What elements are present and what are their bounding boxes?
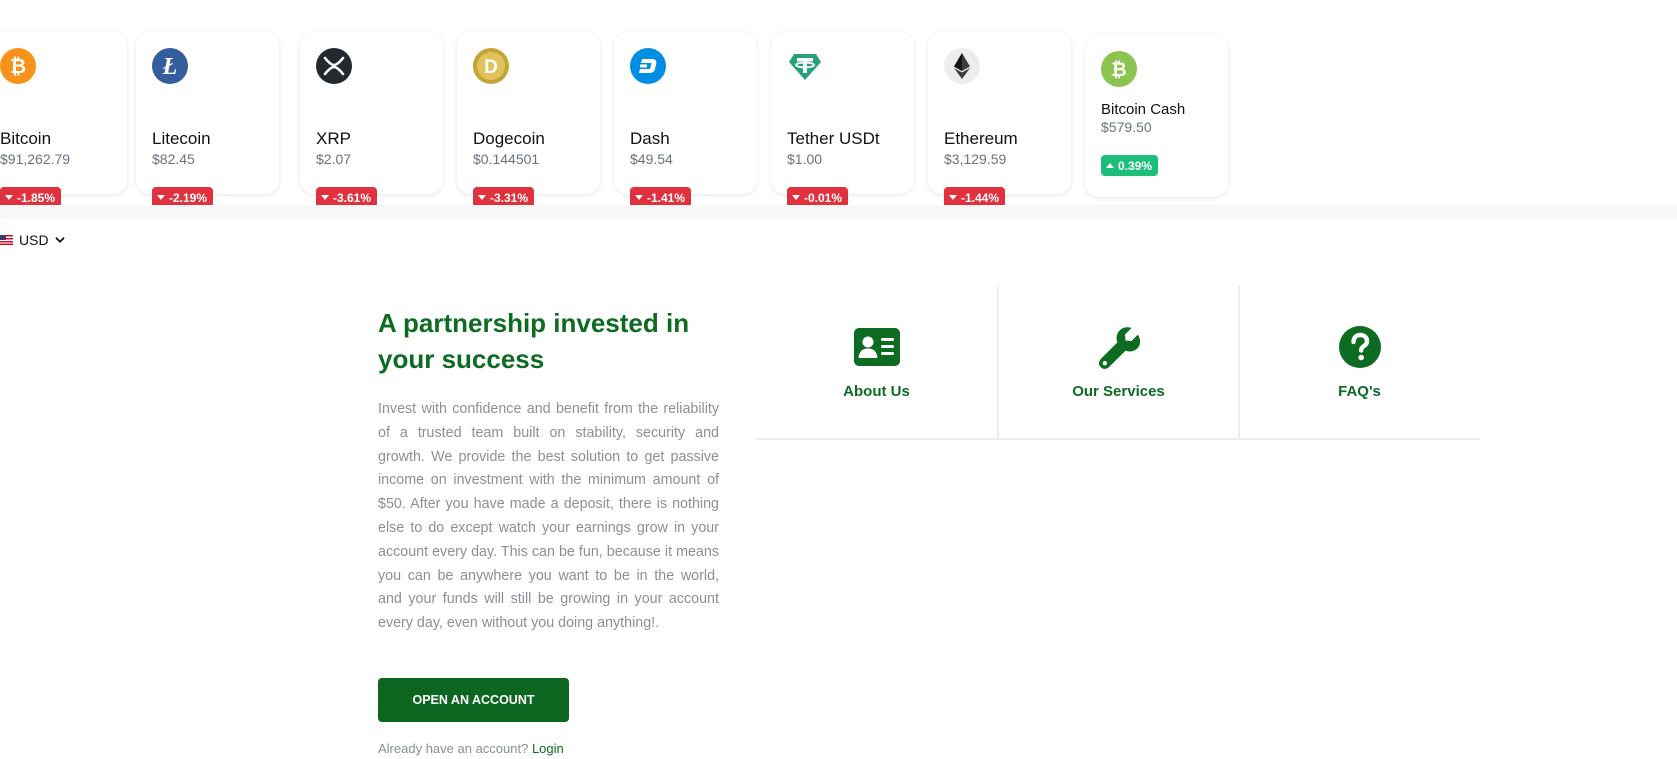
coin-name: Ethereum xyxy=(944,129,1018,148)
ethereum-icon xyxy=(944,48,980,84)
dash-icon xyxy=(630,48,666,84)
caret-down-icon xyxy=(321,195,329,200)
coin-change-badge: 0.39% xyxy=(1101,155,1159,176)
coin-name: Bitcoin Cash xyxy=(1101,101,1186,118)
dogecoin-icon: D xyxy=(473,48,509,84)
coin-card-litecoin[interactable]: Ł Litecoin $82.45 -2.19% xyxy=(136,32,279,208)
bitcoin-cash-icon: ₿ xyxy=(1101,51,1137,87)
feature-label: About Us xyxy=(843,383,910,400)
bitcoin-icon: ₿ xyxy=(0,48,36,84)
coin-change-value: 0.39% xyxy=(1118,158,1153,173)
coin-card-tether[interactable]: Tether USDt $1.00 -0.01% xyxy=(771,32,914,208)
coin-card-xrp[interactable]: XRP $2.07 -3.61% xyxy=(300,32,443,208)
coin-change-value: -2.19% xyxy=(169,190,208,205)
coin-change-value: -0.01% xyxy=(804,190,843,205)
coin-change-value: -3.31% xyxy=(490,190,529,205)
login-prompt-text: Already have an account? xyxy=(378,741,529,756)
coin-change-value: -1.44% xyxy=(961,190,1000,205)
feature-label: FAQ's xyxy=(1338,383,1381,400)
coin-price: $91,262.79 xyxy=(0,151,71,167)
caret-down-icon xyxy=(949,195,957,200)
chevron-down-icon xyxy=(55,237,64,243)
coin-price: $2.07 xyxy=(316,151,352,167)
tether-icon xyxy=(787,48,823,84)
feature-our-services[interactable]: Our Services xyxy=(997,286,1238,438)
xrp-icon xyxy=(316,48,352,84)
open-account-button[interactable]: OPEN AN ACCOUNT xyxy=(378,678,569,722)
coin-card-bitcoin[interactable]: ₿ Bitcoin $91,262.79 -1.85% xyxy=(0,32,127,208)
coin-change-value: -1.41% xyxy=(647,190,686,205)
feature-faqs[interactable]: FAQ's xyxy=(1238,286,1479,438)
coin-price: $0.144501 xyxy=(473,151,540,167)
crypto-ticker: ₿ Bitcoin $91,262.79 -1.85% Ł Litecoin $… xyxy=(0,0,1677,220)
coin-price: $49.54 xyxy=(630,151,673,167)
login-link[interactable]: Login xyxy=(532,741,564,756)
caret-down-icon xyxy=(478,195,486,200)
login-prompt: Already have an account? Login xyxy=(378,741,564,756)
coin-card-dash[interactable]: Dash $49.54 -1.41% xyxy=(614,32,757,208)
coin-price: $3,129.59 xyxy=(944,151,1007,167)
coin-change-value: -3.61% xyxy=(333,190,372,205)
litecoin-icon: Ł xyxy=(152,48,188,84)
svg-text:Ł: Ł xyxy=(162,54,178,80)
caret-down-icon xyxy=(5,195,13,200)
coin-price: $82.45 xyxy=(152,151,195,167)
caret-down-icon xyxy=(792,195,800,200)
feature-grid: About Us Our Services FAQ's xyxy=(756,286,1479,440)
hero-description: Invest with confidence and benefit from … xyxy=(378,401,719,632)
caret-down-icon xyxy=(157,195,165,200)
feature-label: Our Services xyxy=(1072,383,1165,400)
svg-text:₿: ₿ xyxy=(10,56,26,78)
us-flag-icon xyxy=(0,235,13,245)
feature-about-us[interactable]: About Us xyxy=(756,286,997,438)
question-circle-icon xyxy=(1338,326,1381,368)
coin-name: Dogecoin xyxy=(473,129,545,148)
ticker-divider xyxy=(0,205,1677,219)
coin-card-dogecoin[interactable]: D Dogecoin $0.144501 -3.31% xyxy=(457,32,600,208)
svg-text:₿: ₿ xyxy=(1111,60,1126,81)
wrench-icon xyxy=(1098,327,1140,369)
svg-text:D: D xyxy=(484,57,498,78)
coin-price: $579.50 xyxy=(1101,119,1152,135)
coin-name: Tether USDt xyxy=(787,129,880,148)
coin-name: Litecoin xyxy=(152,129,211,148)
coin-name: XRP xyxy=(316,129,351,148)
hero-title: A partnership invested in your success xyxy=(378,308,690,374)
currency-selector[interactable]: USD xyxy=(0,232,65,248)
id-card-icon xyxy=(853,328,900,366)
currency-label: USD xyxy=(19,232,49,248)
coin-card-ethereum[interactable]: Ethereum $3,129.59 -1.44% xyxy=(928,32,1071,208)
caret-up-icon xyxy=(1106,163,1114,168)
coin-change-value: -1.85% xyxy=(17,190,56,205)
coin-name: Dash xyxy=(630,129,670,148)
coin-name: Bitcoin xyxy=(0,129,52,148)
coin-price: $1.00 xyxy=(787,151,823,167)
caret-down-icon xyxy=(635,195,643,200)
coin-card-bitcoin-cash[interactable]: ₿ Bitcoin Cash $579.50 0.39% xyxy=(1085,35,1228,197)
